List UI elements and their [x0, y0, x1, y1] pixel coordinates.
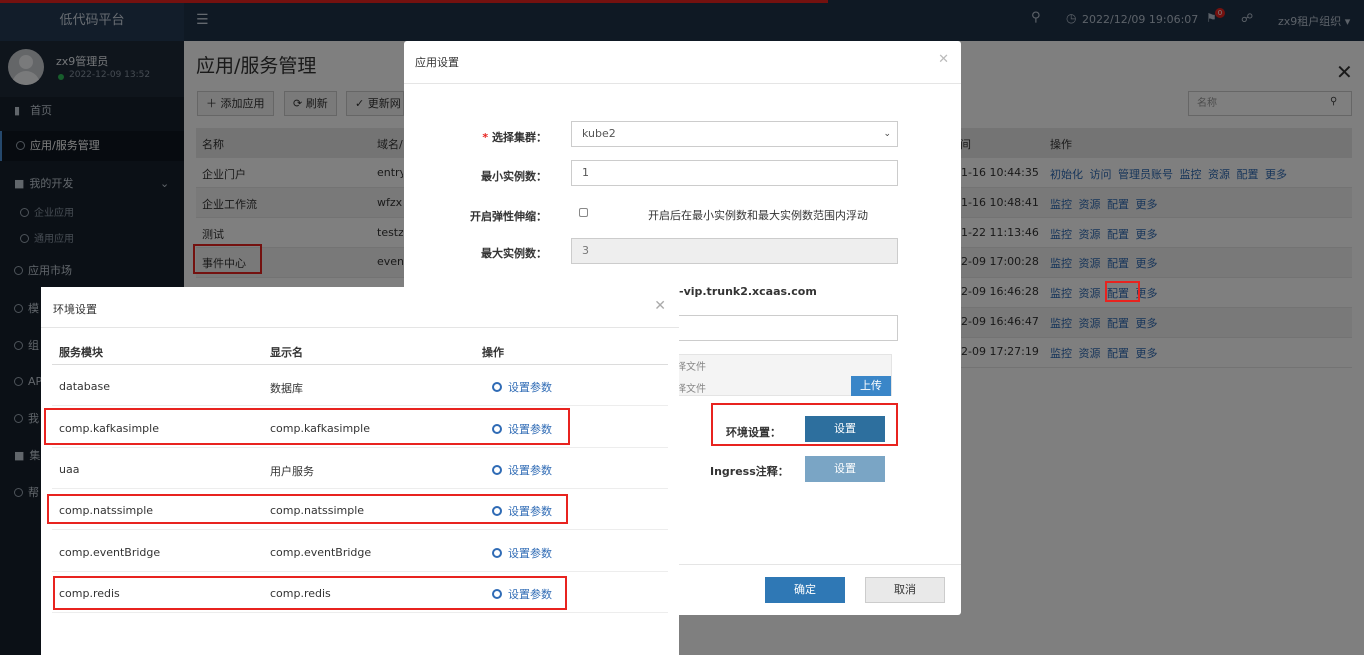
gear-icon [492, 382, 502, 392]
env-row [52, 365, 668, 406]
min-instances-label: 最小实例数： [481, 170, 547, 183]
dialog-title: 应用设置 [415, 56, 459, 69]
file-name: 择文件 [676, 362, 706, 373]
display-name: 用户服务 [270, 465, 314, 478]
gear-icon [492, 465, 502, 475]
close-icon[interactable]: ✕ [938, 52, 949, 67]
display-name: 数据库 [270, 382, 303, 395]
env-label: 环境设置： [726, 426, 781, 439]
domain-text: -vip.trunk2.xcaas.com [679, 285, 817, 298]
highlight-kafka-row [44, 408, 570, 445]
chevron-down-icon: ⌄ [883, 129, 891, 139]
set-params-link[interactable]: 设置参数 [492, 462, 552, 478]
set-params-link[interactable]: 设置参数 [492, 545, 552, 561]
file-name: 择文件 [676, 384, 706, 395]
column-header-module: 服务模块 [59, 346, 103, 359]
cancel-button[interactable]: 取消 [865, 577, 945, 603]
highlight-nats-row [47, 494, 568, 524]
max-instances-label: 最大实例数： [481, 247, 547, 260]
env-settings-button[interactable]: 设置 [805, 416, 885, 442]
set-params-label: 设置参数 [508, 381, 552, 394]
highlight-redis-row [53, 576, 567, 610]
set-params-label: 设置参数 [508, 464, 552, 477]
elastic-label: 开启弹性伸缩： [470, 210, 547, 223]
ok-button[interactable]: 确定 [765, 577, 845, 603]
min-instances-input[interactable]: 1 [571, 160, 898, 186]
elastic-checkbox[interactable] [579, 208, 588, 217]
max-instances-input[interactable]: 3 [571, 238, 898, 264]
close-icon[interactable]: ✕ [654, 298, 666, 314]
text-input[interactable] [674, 315, 898, 341]
env-row [52, 448, 668, 489]
dialog-title: 环境设置 [53, 303, 97, 316]
gear-icon [492, 548, 502, 558]
cluster-select[interactable]: kube2 ⌄ [571, 121, 898, 147]
divider [41, 327, 679, 328]
env-settings-dialog: 环境设置 ✕ 服务模块 显示名 操作 database 数据库 设置参数 com… [41, 287, 679, 655]
cluster-label: * 选择集群： [482, 131, 547, 144]
module-name: uaa [59, 463, 80, 476]
cluster-value: kube2 [582, 127, 616, 140]
display-name: comp.eventBridge [270, 546, 372, 559]
set-params-label: 设置参数 [508, 547, 552, 560]
ingress-label: Ingress注释： [710, 465, 789, 478]
column-header-display: 显示名 [270, 346, 303, 359]
highlight-config-link [1105, 281, 1140, 302]
ingress-settings-button[interactable]: 设置 [805, 456, 885, 482]
column-header-op: 操作 [482, 346, 504, 359]
divider [404, 83, 961, 84]
set-params-link[interactable]: 设置参数 [492, 379, 552, 395]
module-name: database [59, 380, 110, 393]
upload-button[interactable]: 上传 [851, 376, 891, 396]
cluster-label-text: 选择集群： [492, 131, 547, 144]
module-name: comp.eventBridge [59, 546, 161, 559]
elastic-hint: 开启后在最小实例数和最大实例数范围内浮动 [648, 209, 868, 222]
